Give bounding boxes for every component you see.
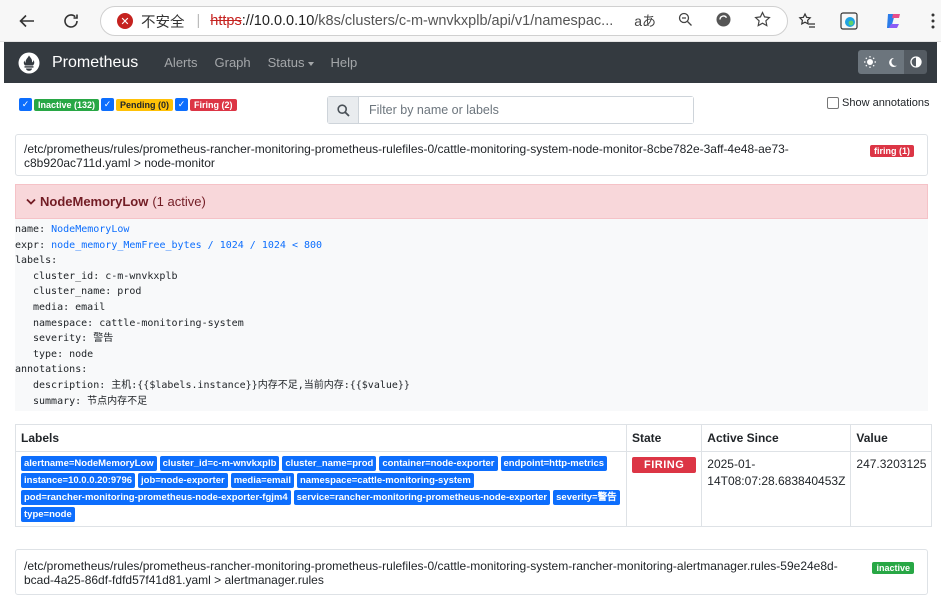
reload-icon[interactable] bbox=[58, 8, 84, 34]
def-expr-key: expr: bbox=[15, 239, 52, 251]
nav-graph[interactable]: Graph bbox=[215, 55, 251, 70]
def-annotations-key: annotations: bbox=[15, 364, 88, 376]
insecure-label: 不安全 bbox=[141, 14, 185, 31]
nav-alerts[interactable]: Alerts bbox=[164, 55, 197, 70]
search-box bbox=[327, 96, 694, 124]
active-since-time: 14T08:07:28.683840453Z bbox=[707, 474, 846, 488]
label-badge: media=email bbox=[230, 473, 294, 488]
address-separator: | bbox=[196, 13, 201, 29]
col-value: Value bbox=[850, 424, 933, 452]
rule-file-header[interactable]: /etc/prometheus/rules/prometheus-rancher… bbox=[15, 134, 928, 176]
def-label: type: node bbox=[33, 348, 94, 360]
firing-filter-badge: Firing (2) bbox=[190, 99, 237, 111]
def-name-key: name: bbox=[15, 224, 52, 235]
firing-checkbox[interactable]: ✓ bbox=[175, 98, 188, 111]
label-badge: instance=10.0.0.20:9796 bbox=[21, 473, 136, 488]
col-state: State bbox=[625, 424, 703, 452]
inactive-filter-badge: Inactive (132) bbox=[34, 99, 100, 111]
favorite-icon[interactable] bbox=[754, 11, 771, 31]
rule-active-count: (1 active) bbox=[152, 194, 206, 209]
label-badge: pod=rancher-monitoring-prometheus-node-e… bbox=[21, 490, 291, 505]
translate-icon[interactable] bbox=[715, 11, 732, 31]
active-since-date: 2025-01- bbox=[707, 457, 756, 471]
rule-file-path: /etc/prometheus/rules/prometheus-rancher… bbox=[24, 142, 789, 170]
rule-header[interactable]: NodeMemoryLow (1 active) bbox=[15, 184, 928, 219]
value-cell: 247.3203125 bbox=[850, 451, 933, 527]
back-icon[interactable] bbox=[14, 8, 40, 34]
label-badge: alertname=NodeMemoryLow bbox=[21, 456, 157, 471]
nav-status[interactable]: Status bbox=[268, 55, 314, 70]
url-host: ://10.0.0.10 bbox=[241, 13, 315, 29]
inactive-checkbox[interactable]: ✓ bbox=[19, 98, 32, 111]
table-row: alertname=NodeMemoryLow cluster_id=c-m-w… bbox=[15, 451, 933, 527]
rule-definition: name: NodeMemoryLow expr: node_memory_Me… bbox=[15, 219, 928, 411]
label-badge: endpoint=http-metrics bbox=[500, 456, 608, 471]
label-badge: cluster_id=c-m-wnvkxplb bbox=[159, 456, 280, 471]
labels-cell: alertname=NodeMemoryLow cluster_id=c-m-w… bbox=[15, 451, 627, 527]
col-labels: Labels bbox=[15, 424, 627, 452]
file-state-badge: inactive bbox=[872, 562, 914, 574]
state-badge: FIRING bbox=[632, 457, 697, 473]
insecure-icon: ✕ bbox=[117, 13, 133, 29]
def-name-link[interactable]: NodeMemoryLow bbox=[51, 224, 129, 235]
label-badge: job=node-exporter bbox=[138, 473, 228, 488]
brand[interactable]: Prometheus bbox=[18, 52, 138, 74]
def-annotation: description: 主机:{{$labels.instance}}内存不足… bbox=[33, 379, 410, 391]
light-theme-icon[interactable] bbox=[858, 50, 881, 74]
label-badge: service=rancher-monitoring-prometheus-no… bbox=[293, 490, 551, 505]
chevron-down-icon bbox=[26, 198, 36, 205]
def-label: cluster_name: prod bbox=[33, 286, 142, 298]
zoom-icon[interactable] bbox=[678, 12, 693, 30]
def-expr-line: expr: node_memory_MemFree_bytes / 1024 /… bbox=[15, 238, 928, 254]
search-icon bbox=[328, 97, 359, 123]
chevron-down-icon bbox=[307, 61, 314, 66]
theme-switcher bbox=[858, 50, 927, 74]
label-badge: type=node bbox=[21, 507, 75, 522]
def-label: namespace: cattle-monitoring-system bbox=[33, 317, 244, 329]
read-aloud-icon[interactable]: aあ bbox=[634, 11, 656, 31]
def-name-line: name: NodeMemoryLow bbox=[15, 222, 928, 238]
url-scheme: https bbox=[210, 13, 242, 29]
filter-row: ✓ Inactive (132) ✓ Pending (0) ✓ Firing … bbox=[0, 96, 941, 126]
state-cell: FIRING bbox=[625, 451, 703, 527]
file-state-badge: firing (1) bbox=[870, 145, 914, 157]
search-input[interactable] bbox=[359, 97, 693, 123]
prometheus-navbar: Prometheus Alerts Graph Status Help bbox=[4, 42, 937, 83]
def-expr-link[interactable]: node_memory_MemFree_bytes / 1024 / 1024 … bbox=[51, 240, 322, 251]
favorites-bar-icon[interactable] bbox=[795, 9, 819, 33]
rule-name: NodeMemoryLow bbox=[40, 194, 149, 209]
show-annotations-toggle[interactable]: Show annotations bbox=[827, 97, 929, 109]
alerts-table: Labels State Active Since Value alertnam… bbox=[15, 424, 933, 527]
nav-status-label: Status bbox=[267, 55, 305, 70]
def-label: cluster_id: c-m-wnvkxplb bbox=[33, 270, 178, 282]
def-label: media: email bbox=[33, 301, 106, 313]
col-active-since: Active Since bbox=[701, 424, 852, 452]
label-badge: severity=警告 bbox=[553, 490, 620, 505]
show-annotations-label: Show annotations bbox=[842, 97, 930, 109]
show-annotations-checkbox[interactable] bbox=[827, 97, 839, 109]
label-badge: namespace=cattle-monitoring-system bbox=[296, 473, 474, 488]
active-since-cell: 2025-01- 14T08:07:28.683840453Z bbox=[701, 451, 852, 527]
pending-filter-badge: Pending (0) bbox=[116, 99, 173, 111]
copilot-icon[interactable] bbox=[882, 9, 906, 33]
rule-file-path: /etc/prometheus/rules/prometheus-rancher… bbox=[24, 559, 838, 587]
auto-theme-icon[interactable] bbox=[904, 50, 927, 74]
def-labels-key: labels: bbox=[15, 255, 58, 267]
nav-help[interactable]: Help bbox=[331, 55, 358, 70]
brand-name: Prometheus bbox=[52, 53, 139, 71]
url-path: /k8s/clusters/c-m-wnvkxplb/api/v1/namesp… bbox=[314, 13, 614, 29]
pending-checkbox[interactable]: ✓ bbox=[101, 98, 114, 111]
def-label: severity: 警告 bbox=[33, 333, 114, 345]
rule-file-header[interactable]: /etc/prometheus/rules/prometheus-rancher… bbox=[15, 549, 928, 595]
more-icon[interactable] bbox=[921, 9, 941, 33]
dark-theme-icon[interactable] bbox=[881, 50, 904, 74]
def-annotation: summary: 节点内存不足 bbox=[33, 395, 148, 407]
label-badge: cluster_name=prod bbox=[282, 456, 377, 471]
label-badge: container=node-exporter bbox=[379, 456, 498, 471]
browser-toolbar: ✕ 不安全 | https ://10.0.0.10 /k8s/clusters… bbox=[0, 0, 941, 42]
prometheus-logo-icon bbox=[18, 52, 40, 73]
edge-extension-icon[interactable] bbox=[837, 9, 861, 33]
address-bar[interactable]: ✕ 不安全 | https ://10.0.0.10 /k8s/clusters… bbox=[100, 6, 788, 36]
